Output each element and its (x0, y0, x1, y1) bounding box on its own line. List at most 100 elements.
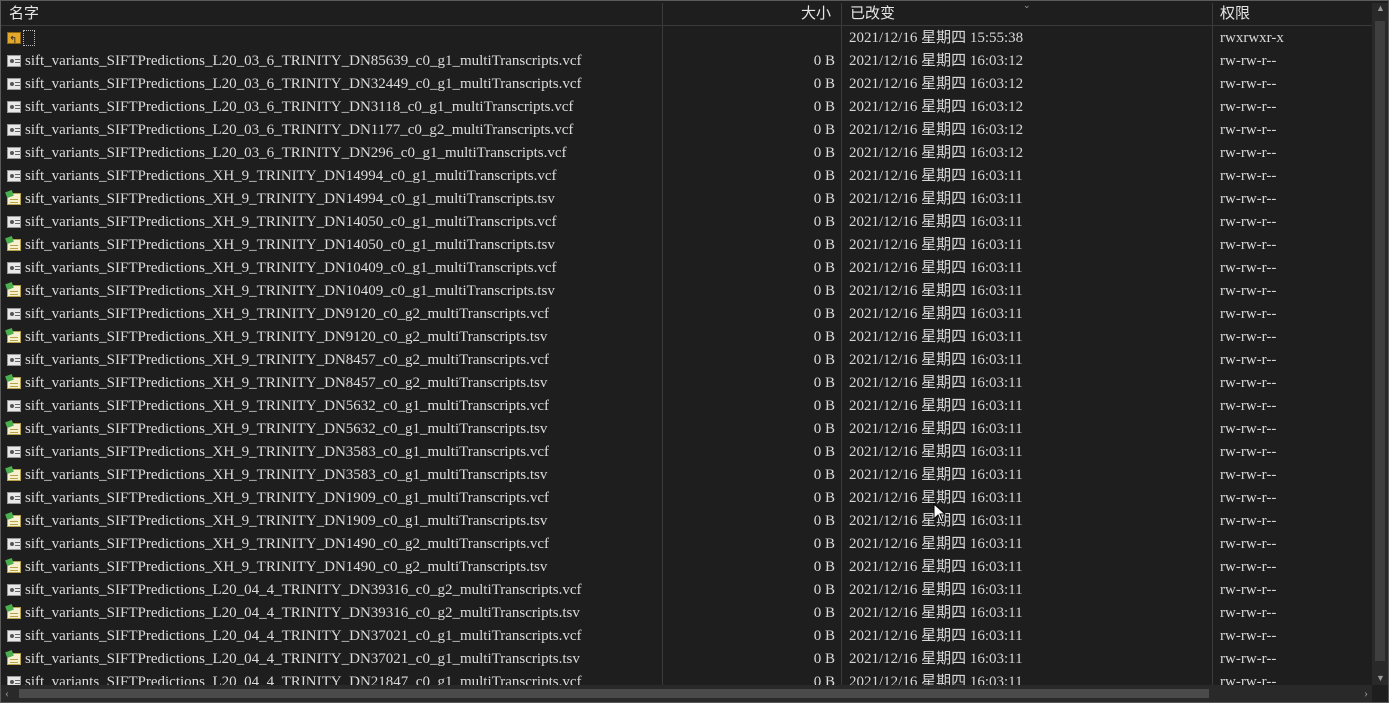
file-permissions: rw-rw-r-- (1220, 237, 1277, 253)
file-name: sift_variants_SIFTPredictions_XH_9_TRINI… (25, 375, 548, 391)
file-row[interactable]: sift_variants_SIFTPredictions_XH_9_TRINI… (1, 280, 1372, 303)
file-modified: 2021/12/16 星期四 16:03:11 (849, 536, 1023, 552)
column-header-size[interactable]: 大小 (801, 1, 831, 25)
file-permissions: rw-rw-r-- (1220, 651, 1277, 667)
vcf-file-icon (7, 400, 21, 412)
file-row[interactable]: sift_variants_SIFTPredictions_XH_9_TRINI… (1, 257, 1372, 280)
scroll-left-icon[interactable]: ‹ (5, 685, 9, 702)
file-size: 0 B (813, 329, 835, 345)
scroll-down-icon[interactable]: ▼ (1376, 673, 1385, 683)
file-permissions: rw-rw-r-- (1220, 168, 1277, 184)
file-modified: 2021/12/16 星期四 16:03:11 (849, 467, 1023, 483)
file-modified: 2021/12/16 星期四 16:03:12 (849, 53, 1024, 69)
column-header-permissions[interactable]: 权限 (1220, 1, 1250, 25)
parent-directory-row[interactable]: 2021/12/16 星期四 15:55:38 rwxrwxr-x (1, 27, 1372, 52)
file-row[interactable]: sift_variants_SIFTPredictions_L20_04_4_T… (1, 648, 1372, 671)
vertical-scrollbar[interactable]: ▲ ▼ (1372, 3, 1388, 685)
file-row[interactable]: sift_variants_SIFTPredictions_XH_9_TRINI… (1, 165, 1372, 188)
file-modified: 2021/12/16 星期四 16:03:11 (849, 260, 1023, 276)
file-modified: 2021/12/16 星期四 16:03:11 (849, 306, 1023, 322)
file-row[interactable]: sift_variants_SIFTPredictions_L20_04_4_T… (1, 671, 1372, 685)
vcf-file-icon (7, 147, 21, 159)
file-name: sift_variants_SIFTPredictions_XH_9_TRINI… (25, 329, 548, 345)
scroll-right-icon[interactable]: › (1364, 685, 1368, 702)
file-row[interactable]: sift_variants_SIFTPredictions_XH_9_TRINI… (1, 395, 1372, 418)
file-row[interactable]: sift_variants_SIFTPredictions_L20_04_4_T… (1, 602, 1372, 625)
horizontal-scroll-thumb[interactable] (19, 689, 1209, 698)
vcf-file-icon (7, 538, 21, 550)
file-row[interactable]: sift_variants_SIFTPredictions_XH_9_TRINI… (1, 372, 1372, 395)
file-row[interactable]: sift_variants_SIFTPredictions_XH_9_TRINI… (1, 464, 1372, 487)
file-name: sift_variants_SIFTPredictions_XH_9_TRINI… (25, 536, 549, 552)
file-permissions: rw-rw-r-- (1220, 76, 1277, 92)
file-row[interactable]: sift_variants_SIFTPredictions_L20_04_4_T… (1, 579, 1372, 602)
file-row[interactable]: sift_variants_SIFTPredictions_L20_03_6_T… (1, 142, 1372, 165)
file-row[interactable]: sift_variants_SIFTPredictions_XH_9_TRINI… (1, 234, 1372, 257)
file-modified: 2021/12/16 星期四 16:03:11 (849, 559, 1023, 575)
sort-descending-icon: ⌄ (1023, 1, 1031, 11)
file-row[interactable]: sift_variants_SIFTPredictions_XH_9_TRINI… (1, 418, 1372, 441)
file-row[interactable]: sift_variants_SIFTPredictions_XH_9_TRINI… (1, 510, 1372, 533)
column-header-name[interactable]: 名字 (9, 1, 39, 25)
file-name: sift_variants_SIFTPredictions_XH_9_TRINI… (25, 513, 548, 529)
file-size: 0 B (813, 145, 835, 161)
file-name: sift_variants_SIFTPredictions_XH_9_TRINI… (25, 444, 549, 460)
file-row[interactable]: sift_variants_SIFTPredictions_L20_04_4_T… (1, 625, 1372, 648)
file-row[interactable]: sift_variants_SIFTPredictions_XH_9_TRINI… (1, 188, 1372, 211)
column-header-modified[interactable]: 已改变 (850, 1, 895, 25)
column-header-row: 名字 大小 已改变 ⌄ 权限 (1, 1, 1372, 26)
file-size: 0 B (813, 168, 835, 184)
file-modified: 2021/12/16 星期四 16:03:11 (849, 352, 1023, 368)
file-name: sift_variants_SIFTPredictions_L20_03_6_T… (25, 122, 574, 138)
file-name: sift_variants_SIFTPredictions_XH_9_TRINI… (25, 398, 549, 414)
file-row[interactable]: sift_variants_SIFTPredictions_L20_03_6_T… (1, 119, 1372, 142)
file-permissions: rw-rw-r-- (1220, 467, 1277, 483)
file-row[interactable]: sift_variants_SIFTPredictions_L20_03_6_T… (1, 73, 1372, 96)
file-row[interactable]: sift_variants_SIFTPredictions_XH_9_TRINI… (1, 303, 1372, 326)
file-row[interactable]: sift_variants_SIFTPredictions_L20_03_6_T… (1, 50, 1372, 73)
file-row[interactable]: sift_variants_SIFTPredictions_L20_03_6_T… (1, 96, 1372, 119)
file-permissions: rw-rw-r-- (1220, 329, 1277, 345)
file-modified: 2021/12/16 星期四 16:03:12 (849, 76, 1024, 92)
file-size: 0 B (813, 421, 835, 437)
tsv-file-icon (7, 469, 21, 481)
file-size: 0 B (813, 674, 835, 685)
file-row[interactable]: sift_variants_SIFTPredictions_XH_9_TRINI… (1, 349, 1372, 372)
file-name: sift_variants_SIFTPredictions_XH_9_TRINI… (25, 260, 557, 276)
file-permissions: rw-rw-r-- (1220, 122, 1277, 138)
file-row[interactable]: sift_variants_SIFTPredictions_XH_9_TRINI… (1, 211, 1372, 234)
tsv-file-icon (7, 239, 21, 251)
file-permissions: rw-rw-r-- (1220, 375, 1277, 391)
scroll-up-icon[interactable]: ▲ (1376, 3, 1385, 13)
file-size: 0 B (813, 99, 835, 115)
file-name: sift_variants_SIFTPredictions_XH_9_TRINI… (25, 237, 555, 253)
file-row[interactable]: sift_variants_SIFTPredictions_XH_9_TRINI… (1, 326, 1372, 349)
file-size: 0 B (813, 122, 835, 138)
vertical-scroll-thumb[interactable] (1375, 21, 1385, 661)
file-modified: 2021/12/16 星期四 16:03:11 (849, 237, 1023, 253)
file-size: 0 B (813, 536, 835, 552)
file-name: sift_variants_SIFTPredictions_L20_03_6_T… (25, 99, 574, 115)
file-size: 0 B (813, 191, 835, 207)
file-name: sift_variants_SIFTPredictions_L20_04_4_T… (25, 605, 580, 621)
tsv-file-icon (7, 193, 21, 205)
file-modified: 2021/12/16 星期四 16:03:11 (849, 628, 1023, 644)
file-row[interactable]: sift_variants_SIFTPredictions_XH_9_TRINI… (1, 487, 1372, 510)
file-modified: 2021/12/16 星期四 16:03:11 (849, 398, 1023, 414)
file-modified: 2021/12/16 星期四 16:03:11 (849, 168, 1023, 184)
file-size: 0 B (813, 260, 835, 276)
file-size: 0 B (813, 237, 835, 253)
vcf-file-icon (7, 216, 21, 228)
file-modified: 2021/12/16 星期四 16:03:11 (849, 214, 1023, 230)
horizontal-scrollbar[interactable]: ‹ › (1, 685, 1372, 702)
file-size: 0 B (813, 398, 835, 414)
file-name: sift_variants_SIFTPredictions_XH_9_TRINI… (25, 490, 549, 506)
file-modified: 2021/12/16 星期四 16:03:11 (849, 283, 1023, 299)
focus-indicator (23, 30, 35, 46)
file-row[interactable]: sift_variants_SIFTPredictions_XH_9_TRINI… (1, 556, 1372, 579)
file-name: sift_variants_SIFTPredictions_L20_04_4_T… (25, 651, 580, 667)
file-name: sift_variants_SIFTPredictions_XH_9_TRINI… (25, 467, 548, 483)
file-name: sift_variants_SIFTPredictions_XH_9_TRINI… (25, 214, 557, 230)
file-row[interactable]: sift_variants_SIFTPredictions_XH_9_TRINI… (1, 441, 1372, 464)
file-row[interactable]: sift_variants_SIFTPredictions_XH_9_TRINI… (1, 533, 1372, 556)
